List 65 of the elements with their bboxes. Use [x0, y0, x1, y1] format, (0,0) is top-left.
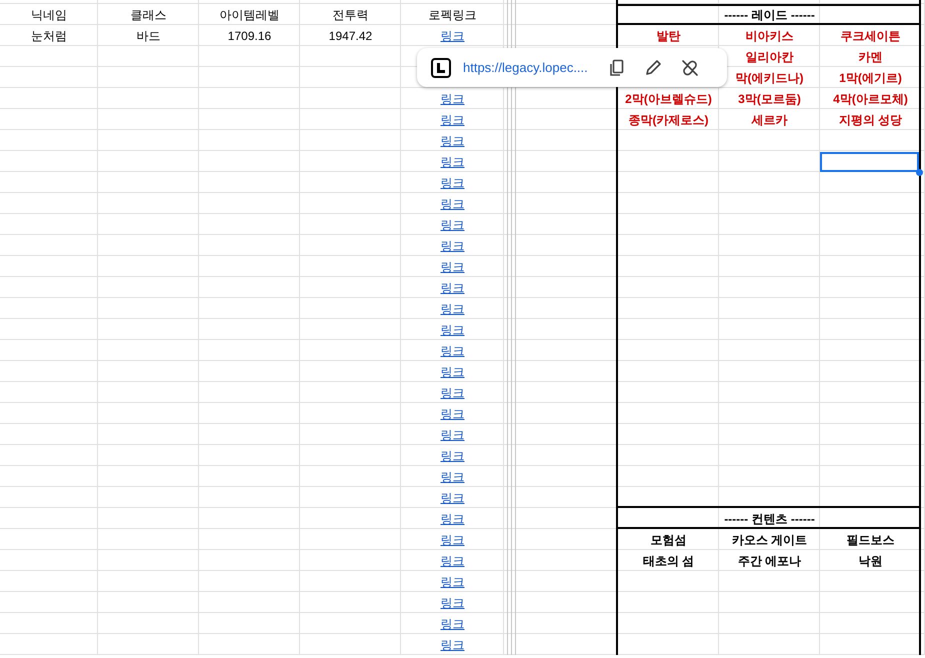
- link[interactable]: 링크: [440, 450, 464, 462]
- selection-handle[interactable]: [916, 169, 923, 176]
- link[interactable]: 링크: [440, 428, 464, 440]
- table-cell: 모험섬: [650, 534, 686, 546]
- link[interactable]: 링크: [440, 470, 464, 482]
- link[interactable]: 링크: [440, 408, 464, 420]
- table-cell: 쿠크세이튼: [840, 30, 900, 42]
- url-link[interactable]: https://legacy.lopec....: [463, 60, 588, 75]
- column-header: 전투력: [332, 8, 368, 20]
- table-cell: 카멘: [858, 50, 882, 62]
- link[interactable]: 링크: [440, 218, 464, 230]
- column-header: 닉네임: [31, 8, 67, 20]
- link[interactable]: 링크: [440, 114, 464, 126]
- table-cell: 세르카: [752, 114, 788, 126]
- table-cell: 눈처럼: [31, 30, 67, 42]
- table-cell: 태초의 섬: [642, 554, 694, 566]
- link[interactable]: 링크: [440, 534, 464, 546]
- table-cell: 지평의 성당: [838, 114, 902, 126]
- link[interactable]: 링크: [440, 260, 464, 272]
- table-cell: 1709.16: [228, 30, 272, 42]
- column-header: 아이템레벨: [220, 8, 280, 20]
- link[interactable]: 링크: [440, 92, 464, 104]
- table-cell: 발탄: [656, 30, 680, 42]
- link[interactable]: 링크: [440, 386, 464, 398]
- copy-icon[interactable]: [608, 58, 626, 76]
- link[interactable]: 링크: [440, 512, 464, 524]
- table-cell: 주간 에포나: [738, 554, 802, 566]
- link[interactable]: 링크: [440, 134, 464, 146]
- link[interactable]: 링크: [440, 492, 464, 504]
- link[interactable]: 링크: [440, 198, 464, 210]
- table-cell: 바드: [136, 30, 160, 42]
- site-logo-icon: [431, 58, 451, 78]
- section-title: ------ 레이드 ------: [724, 8, 815, 20]
- link[interactable]: 링크: [440, 282, 464, 294]
- link[interactable]: 링크: [440, 302, 464, 314]
- link[interactable]: 링크: [440, 324, 464, 336]
- table-cell: 4막(아르모체): [833, 92, 908, 104]
- link[interactable]: 링크: [440, 618, 464, 630]
- link[interactable]: 링크: [440, 344, 464, 356]
- link[interactable]: 링크: [440, 156, 464, 168]
- table-cell: 1막(에기르): [839, 72, 902, 84]
- link[interactable]: 링크: [440, 638, 464, 650]
- table-cell: 2막(아브렐슈드): [625, 92, 712, 104]
- link[interactable]: 링크: [440, 30, 464, 42]
- link[interactable]: 링크: [440, 176, 464, 188]
- link[interactable]: 링크: [440, 366, 464, 378]
- link[interactable]: 링크: [440, 554, 464, 566]
- section-title: ------ 컨텐츠 ------: [724, 512, 815, 524]
- table-cell: 카오스 게이트: [732, 534, 808, 546]
- table-cell: 막(에키드나): [736, 72, 804, 84]
- unlink-icon[interactable]: [680, 58, 700, 76]
- table-cell: 필드보스: [846, 534, 894, 546]
- table-cell: 낙원: [858, 554, 882, 566]
- table-cell: 1947.42: [328, 30, 372, 42]
- column-header: 로펙링크: [428, 8, 476, 20]
- table-cell: 비아키스: [746, 30, 794, 42]
- table-cell: 3막(모르둠): [738, 92, 801, 104]
- pencil-icon[interactable]: [644, 58, 662, 76]
- link[interactable]: 링크: [440, 576, 464, 588]
- link[interactable]: 링크: [440, 596, 464, 608]
- table-cell: 종막(카제로스): [628, 114, 708, 126]
- link[interactable]: 링크: [440, 240, 464, 252]
- selected-cell[interactable]: [820, 152, 919, 172]
- table-cell: 일리아칸: [746, 50, 794, 62]
- column-header: 클래스: [130, 8, 166, 20]
